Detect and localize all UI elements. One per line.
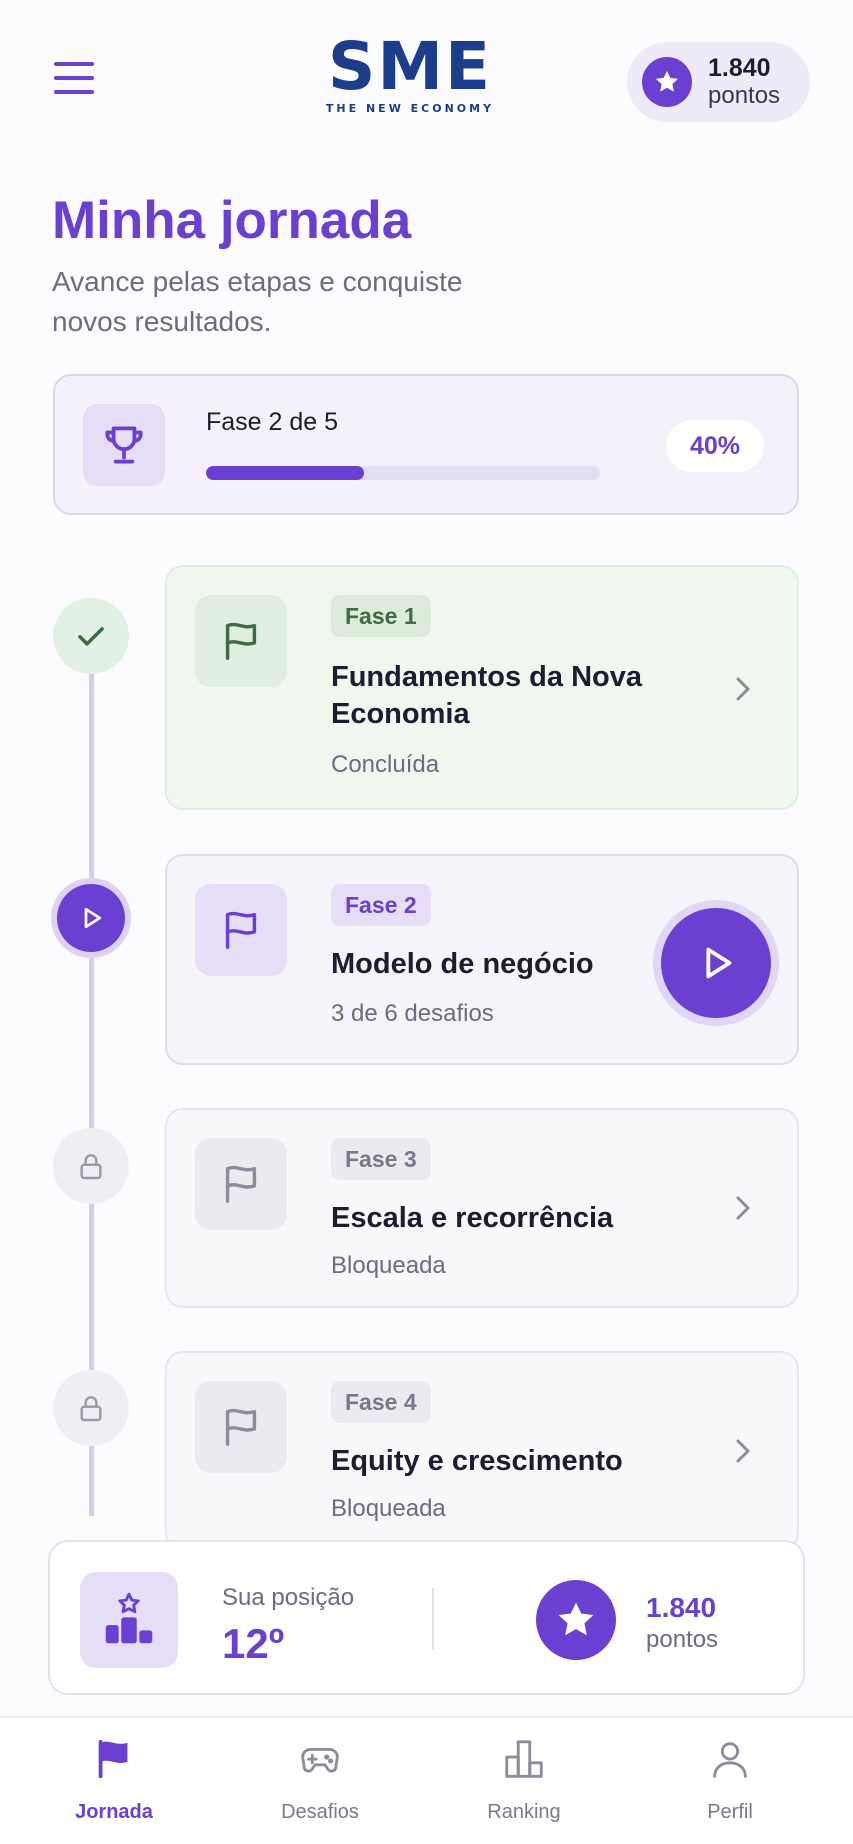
flag-icon xyxy=(195,1138,287,1230)
nav-item-jornada[interactable]: Jornada xyxy=(34,1736,194,1836)
phase-status: Concluída xyxy=(331,751,440,778)
sme-logo: SME THE NEW ECONOMY xyxy=(300,28,520,116)
menu-line xyxy=(54,90,94,94)
phase-title: Modelo de negócio xyxy=(331,948,594,980)
position-label: Sua posição xyxy=(222,1584,355,1611)
menu-line xyxy=(54,62,94,66)
logo-tagline: THE NEW ECONOMY xyxy=(325,102,495,115)
nav-label: Perfil xyxy=(707,1801,753,1823)
page-title: Minha jornada xyxy=(52,191,412,250)
phase-progress-label: Fase 2 de 5 xyxy=(206,408,339,436)
flag-icon xyxy=(91,1736,137,1787)
play-icon xyxy=(57,884,125,952)
menu-button[interactable] xyxy=(54,62,98,102)
nav-label: Desafios xyxy=(281,1801,359,1823)
lock-icon xyxy=(53,1370,129,1446)
phase-title: Fundamentos da Nova Economia xyxy=(331,661,642,730)
person-icon xyxy=(707,1736,753,1787)
phase-status: 3 de 6 desafios xyxy=(331,1000,494,1027)
star-icon xyxy=(536,1580,616,1660)
lock-icon xyxy=(53,1128,129,1204)
points-label: pontos xyxy=(708,82,781,109)
nav-item-perfil[interactable]: Perfil xyxy=(650,1736,810,1836)
phase-badge: Fase 2 xyxy=(331,884,431,926)
phase-title: Equity e crescimento xyxy=(331,1445,623,1477)
phase-title: Escala e recorrência xyxy=(331,1202,614,1234)
nav-item-desafios[interactable]: Desafios xyxy=(240,1736,400,1836)
nav-label: Ranking xyxy=(487,1801,561,1823)
phase-badge: Fase 1 xyxy=(331,595,431,637)
phase-card-3[interactable]: Fase 3 Escala e recorrência Bloqueada xyxy=(165,1108,799,1308)
star-icon xyxy=(642,57,692,107)
play-button[interactable] xyxy=(661,908,771,1018)
podium-icon xyxy=(501,1736,547,1787)
divider xyxy=(432,1588,434,1650)
logo-main-text: SME xyxy=(327,28,493,105)
points-pill[interactable]: 1.840 pontos xyxy=(627,42,810,122)
chevron-right-icon xyxy=(731,1433,755,1469)
journey-progress-card: Fase 2 de 5 40% xyxy=(53,374,799,515)
gamepad-icon xyxy=(295,1736,345,1787)
phase-badge: Fase 4 xyxy=(331,1381,431,1423)
phase-card-4[interactable]: Fase 4 Equity e crescimento Bloqueada xyxy=(165,1351,799,1551)
chevron-right-icon xyxy=(731,671,755,707)
progress-bar xyxy=(206,466,600,480)
trophy-icon xyxy=(83,404,165,486)
nav-item-ranking[interactable]: Ranking xyxy=(444,1736,604,1836)
phase-badge: Fase 3 xyxy=(331,1138,431,1180)
check-icon xyxy=(53,598,129,674)
flag-icon xyxy=(195,884,287,976)
phase-status: Bloqueada xyxy=(331,1252,446,1279)
phase-card-2[interactable]: Fase 2 Modelo de negócio 3 de 6 desafios xyxy=(165,854,799,1065)
progress-percent: 40% xyxy=(666,420,764,472)
ranking-summary-card[interactable]: Sua posição 12º 1.840 pontos xyxy=(48,1540,805,1695)
page-subtitle: Avance pelas etapas e conquiste novos re… xyxy=(52,266,463,337)
points-value: 1.840 xyxy=(708,54,771,82)
bottom-navigation: Jornada Desafios Ranking Perfil xyxy=(0,1716,853,1844)
progress-bar-fill xyxy=(206,466,364,480)
nav-label: Jornada xyxy=(75,1801,153,1823)
summary-points-value: 1.840 xyxy=(646,1592,717,1623)
phase-status: Bloqueada xyxy=(331,1495,446,1522)
flag-icon xyxy=(195,1381,287,1473)
phase-card-1[interactable]: Fase 1 Fundamentos da Nova Economia Conc… xyxy=(165,565,799,810)
position-value: 12º xyxy=(222,1620,285,1667)
menu-line xyxy=(54,76,94,80)
summary-points-label: pontos xyxy=(646,1626,719,1653)
chevron-right-icon xyxy=(731,1190,755,1226)
podium-icon xyxy=(80,1572,178,1668)
flag-icon xyxy=(195,595,287,687)
